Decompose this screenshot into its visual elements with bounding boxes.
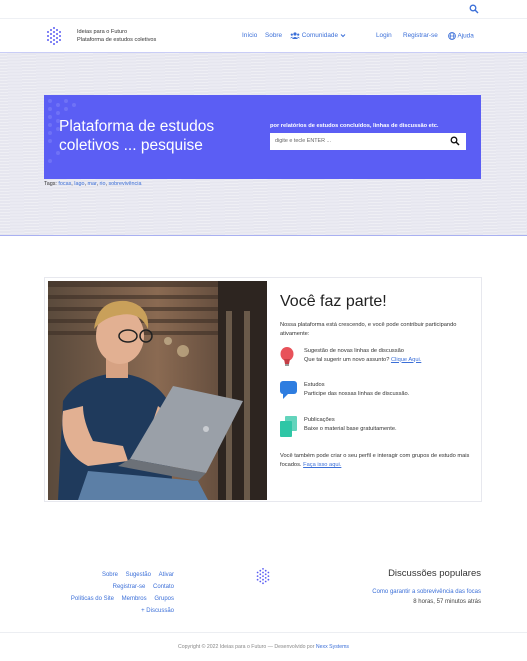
- search-hint: por relatórios de estudos concluídos, li…: [270, 123, 439, 129]
- feature-title: Estudos: [304, 382, 325, 388]
- nav-help[interactable]: Ajuda: [448, 32, 474, 40]
- tag-link[interactable]: lago: [74, 181, 84, 187]
- top-utility-bar: [0, 0, 527, 19]
- hero-title: Plataforma de estudos coletivos ... pesq…: [59, 117, 249, 155]
- chevron-down-icon: [340, 34, 346, 38]
- search-icon[interactable]: [469, 4, 479, 14]
- search-input[interactable]: digite e tecle ENTER ...: [270, 133, 466, 150]
- feature-text: Participe das nossas linhas de discussão…: [304, 390, 410, 397]
- feature-title: Publicações: [304, 417, 335, 423]
- brand-name: Ideias para o Futuro: [77, 29, 128, 35]
- card-outro: Você também pode criar o seu perfil e in…: [280, 453, 470, 468]
- nav-about[interactable]: Sobre: [265, 32, 282, 39]
- footer-link[interactable]: Sugestão: [126, 572, 151, 578]
- footer-link[interactable]: Grupos: [154, 596, 174, 602]
- popular-discussions-title: Discussões populares: [388, 568, 481, 579]
- hero-title-line2: coletivos ... pesquise: [59, 137, 203, 154]
- hero-banner: Plataforma de estudos coletivos ... pesq…: [44, 95, 481, 179]
- nav-register[interactable]: Registrar-se: [403, 32, 438, 39]
- search-icon[interactable]: [450, 136, 460, 146]
- nav-login[interactable]: Login: [376, 32, 392, 39]
- feature-title: Sugestão de novas linhas de discussão: [304, 348, 404, 354]
- card-intro: Nossa plataforma está crescendo, e você …: [280, 322, 457, 337]
- tags-label: Tags:: [44, 181, 57, 187]
- feature-text: Baixe o material base gratuitamente.: [304, 425, 397, 432]
- documents-icon: [280, 416, 297, 437]
- footer-link[interactable]: + Discussão: [141, 608, 174, 614]
- footer-link[interactable]: Sobre: [102, 572, 118, 578]
- tag-link[interactable]: mar: [87, 181, 96, 187]
- nav-community-label: Comunidade: [301, 32, 339, 40]
- footer-link[interactable]: Membros: [122, 596, 147, 602]
- search-placeholder: digite e tecle ENTER ...: [275, 138, 332, 144]
- card-title: Você faz parte!: [280, 293, 387, 310]
- chat-bubble-icon: [280, 381, 297, 399]
- popular-discussion-link[interactable]: Como garantir a sobrevivência das focas: [372, 589, 481, 595]
- student-laptop-photo: [48, 281, 267, 500]
- tag-link[interactable]: focas: [58, 181, 71, 187]
- profile-link[interactable]: Faça isso aqui.: [303, 462, 341, 468]
- footer-link[interactable]: Políticas do Site: [71, 596, 114, 602]
- nav-help-label: Ajuda: [457, 32, 474, 40]
- footer-link[interactable]: Contato: [153, 584, 174, 590]
- nav-home[interactable]: Início: [242, 32, 257, 39]
- footer-links: Sobre Sugestão Ativar Registrar-se Conta…: [60, 569, 174, 617]
- hero-section: Plataforma de estudos coletivos ... pesq…: [0, 53, 527, 236]
- feature-text: Que tal sugerir um novo assunto? Clique …: [304, 356, 422, 363]
- developer-link[interactable]: Nexx Systems: [316, 644, 349, 650]
- logo-icon[interactable]: [44, 26, 64, 46]
- popular-discussion-time: 8 horas, 57 minutos atrás: [413, 599, 481, 605]
- brand-block[interactable]: Ideias para o Futuro Plataforma de estud…: [77, 28, 156, 44]
- footer-logo-icon[interactable]: [254, 567, 272, 587]
- suggest-link[interactable]: Clique Aqui.: [391, 357, 421, 363]
- copyright: Copyright © 2022 Ideias para o Futuro — …: [177, 644, 350, 650]
- users-icon: [290, 32, 300, 39]
- footer-link[interactable]: Ativar: [159, 572, 174, 578]
- tags-list: Tags: focas, lago, mar, rio, sobrevivênc…: [44, 181, 142, 187]
- lightbulb-icon: [280, 347, 294, 366]
- participation-card: Você faz parte! Nossa plataforma está cr…: [44, 277, 482, 502]
- globe-icon: [448, 32, 456, 40]
- site-header: Ideias para o Futuro Plataforma de estud…: [0, 19, 527, 53]
- brand-tagline: Plataforma de estudos coletivos: [77, 37, 157, 43]
- tag-link[interactable]: sobrevivência: [108, 181, 141, 187]
- footer-link[interactable]: Registrar-se: [113, 584, 146, 590]
- tag-link[interactable]: rio: [99, 181, 105, 187]
- nav-community[interactable]: Comunidade: [290, 32, 346, 39]
- hero-title-line1: Plataforma de estudos: [59, 118, 215, 135]
